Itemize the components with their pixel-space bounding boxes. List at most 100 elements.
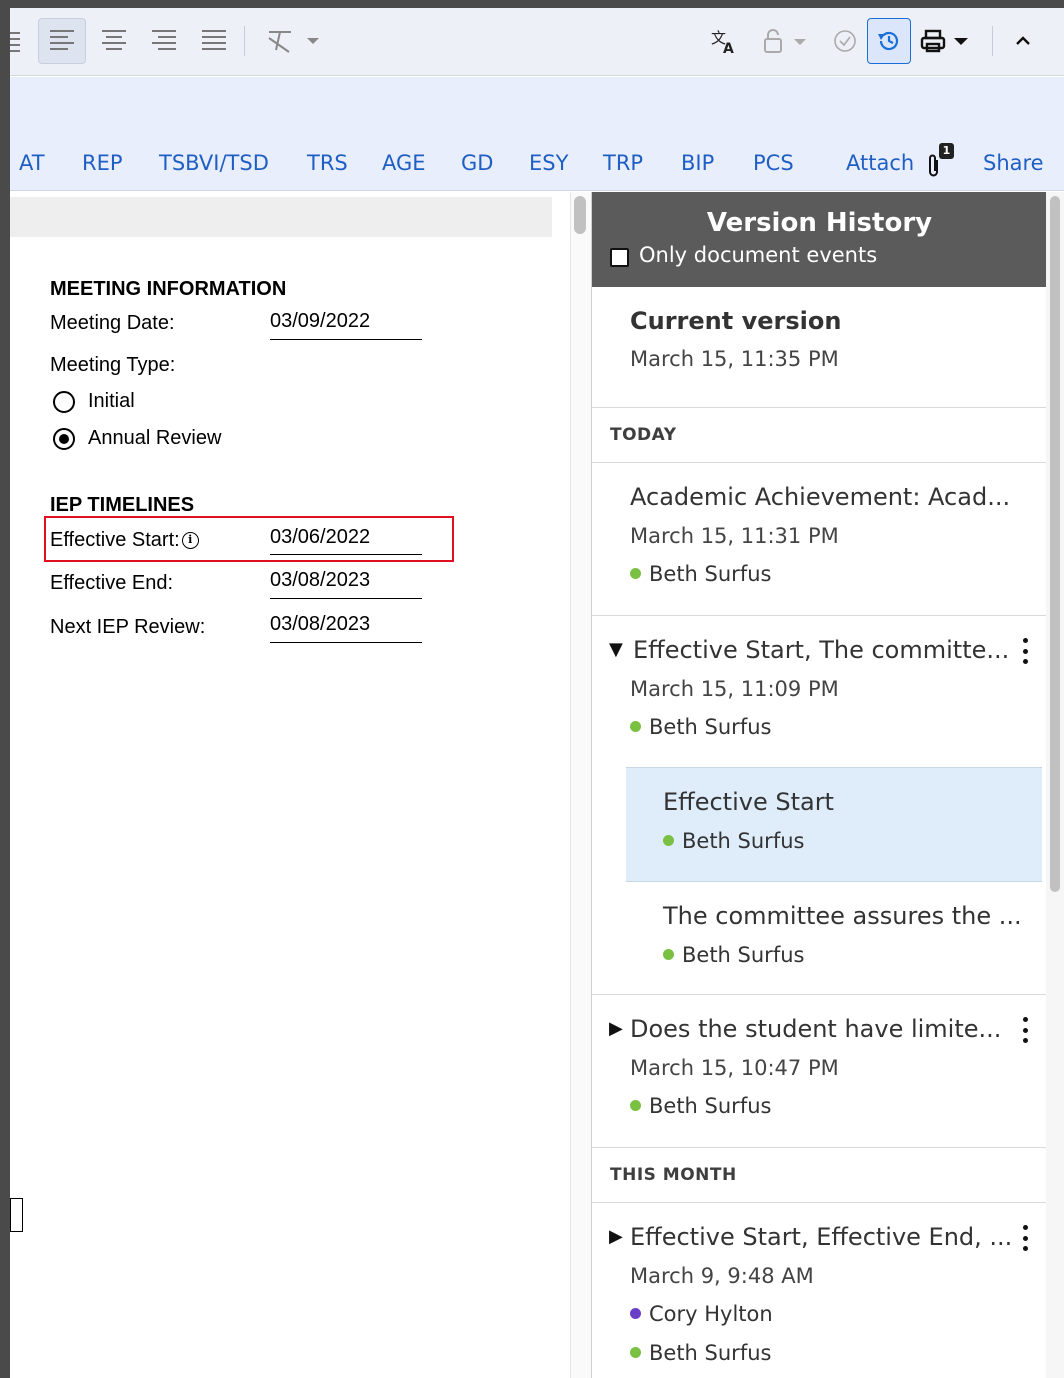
iep-timelines-heading: IEP TIMELINES [50,494,195,516]
sub-entry-title: Effective Start [663,788,834,816]
lock-icon[interactable] [758,18,816,64]
tab-at[interactable]: AT [19,151,45,175]
expand-triangle-icon[interactable]: ▶ [609,1018,623,1039]
attach-link[interactable]: Attach [846,151,914,175]
entry-title: Effective Start, The committe... [633,636,1010,664]
user-color-dot [630,720,641,732]
sub-entry-user: Beth Surfus [663,829,804,853]
this-month-label: THIS MONTH [610,1165,737,1185]
align-right-icon[interactable] [142,18,186,64]
entry-time: March 15, 11:09 PM [630,677,839,701]
user-name: Beth Surfus [649,562,772,586]
user-color-dot [630,1099,641,1111]
toolbar-separator [992,26,993,56]
meeting-date-field[interactable]: 03/09/2022 [270,310,370,333]
tab-esy[interactable]: ESY [529,151,568,175]
sub-entry-selected[interactable]: Effective Start Beth Surfus [626,767,1042,882]
radio-initial[interactable] [53,391,75,413]
only-document-events-label[interactable]: Only document events [639,243,877,267]
info-icon[interactable]: i [181,532,199,550]
today-section-header: TODAY [592,408,1046,463]
option-annual-label: Annual Review [88,427,222,449]
entry-title: Academic Achievement: Acad... [630,483,1011,511]
user-name: Beth Surfus [682,829,805,853]
more-options-icon[interactable] [1021,1017,1029,1043]
meeting-date-label: Meeting Date: [50,312,175,334]
entry-time: March 15, 11:31 PM [630,524,839,548]
check-circle-icon[interactable] [828,18,862,64]
version-history-panel: Version History Only document events Cur… [591,192,1046,1378]
user-name: Cory Hylton [649,1302,773,1326]
window-frame-left [0,0,10,1378]
entry-user: Beth Surfus [630,715,771,739]
svg-text:A: A [723,41,734,55]
translate-icon[interactable]: 文A [704,18,744,64]
tab-gd[interactable]: GD [461,151,493,175]
current-version-title: Current version [630,307,842,335]
current-version-time: March 15, 11:35 PM [630,347,839,371]
history-entry[interactable]: ▶ Does the student have limite... March … [592,995,1046,1148]
history-entry[interactable]: ▶ Effective Start, Effective End, ... Ma… [592,1203,1046,1378]
effective-end-underline [270,598,422,599]
current-version-item[interactable]: Current version March 15, 11:35 PM [592,287,1046,408]
clear-format-icon[interactable] [260,18,326,64]
align-justify-icon[interactable] [192,18,236,64]
history-entry[interactable]: Academic Achievement: Acad... March 15, … [592,463,1046,616]
user-name: Beth Surfus [649,1094,772,1118]
more-options-icon[interactable] [1021,1225,1029,1251]
user-name: Beth Surfus [649,1341,772,1365]
meeting-info-heading: MEETING INFORMATION [50,278,287,300]
document-header-strip [10,197,552,237]
history-scrollbar-thumb[interactable] [1050,196,1060,892]
history-entry-expanded[interactable]: ▼ Effective Start, The committe... March… [592,616,1046,995]
effective-start-underline [270,554,422,555]
user-name: Beth Surfus [649,715,772,739]
formatting-toolbar: 文A [10,8,1064,76]
next-review-label: Next IEP Review: [50,616,206,638]
tab-tsbvi-tsd[interactable]: TSBVI/TSD [159,151,269,175]
collapse-icon[interactable] [1006,18,1040,64]
share-link[interactable]: Share [983,151,1044,175]
history-icon[interactable] [867,18,911,64]
effective-start-field[interactable]: 03/06/2022 [270,526,370,549]
today-label: TODAY [610,425,677,445]
align-justify-partial-icon[interactable] [8,18,24,64]
effective-end-field[interactable]: 03/08/2023 [270,569,370,592]
tab-pcs[interactable]: PCS [753,151,794,175]
user-color-dot [630,567,641,579]
option-initial-label: Initial [88,390,135,412]
effective-start-text: Effective Start: [50,529,180,551]
expand-triangle-icon[interactable]: ▼ [609,639,623,660]
tab-bip[interactable]: BIP [681,151,714,175]
next-review-field[interactable]: 03/08/2023 [270,613,370,636]
entry-user: Cory Hylton [630,1302,773,1326]
document-scrollbar[interactable] [570,192,591,1378]
tab-trs[interactable]: TRS [307,151,348,175]
expand-triangle-icon[interactable]: ▶ [609,1226,623,1247]
attach-count-badge: 1 [939,143,954,159]
only-document-events-checkbox[interactable] [610,248,629,267]
tab-trp[interactable]: TRP [603,151,643,175]
entry-user: Beth Surfus [630,1094,771,1118]
user-color-dot [630,1307,641,1319]
sub-entry-user: Beth Surfus [663,943,804,967]
tab-rep[interactable]: REP [82,151,123,175]
effective-end-label: Effective End: [50,572,174,594]
effective-start-label: Effective Start: i [50,529,199,552]
sub-entry-title[interactable]: The committee assures the ... [663,902,1022,930]
align-left-icon[interactable] [38,18,86,64]
more-options-icon[interactable] [1021,638,1029,664]
document-scrollbar-thumb[interactable] [574,196,586,234]
radio-annual-review[interactable] [53,428,75,450]
align-center-icon[interactable] [92,18,136,64]
user-color-dot [663,948,674,960]
print-icon[interactable] [918,18,980,64]
tab-age[interactable]: AGE [382,151,426,175]
next-review-underline [270,642,422,643]
entry-time: March 9, 9:48 AM [630,1264,814,1288]
meeting-type-label: Meeting Type: [50,354,176,376]
user-color-dot [630,1346,641,1358]
entry-user: Beth Surfus [630,562,771,586]
entry-time: March 15, 10:47 PM [630,1056,839,1080]
user-name: Beth Surfus [682,943,805,967]
